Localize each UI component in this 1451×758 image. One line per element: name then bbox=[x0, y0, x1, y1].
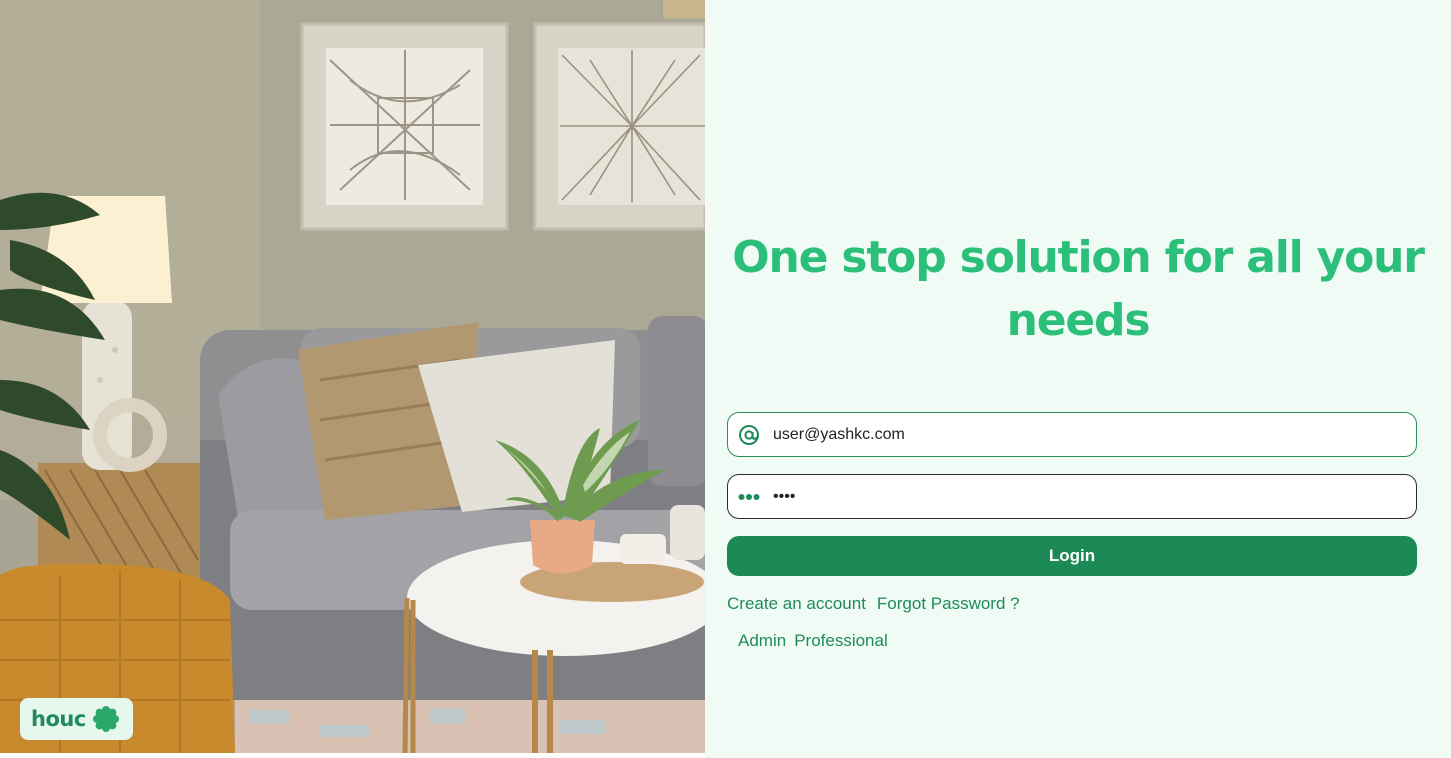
password-field[interactable] bbox=[727, 474, 1417, 519]
professional-link[interactable]: Professional bbox=[794, 631, 888, 651]
email-field[interactable] bbox=[727, 412, 1417, 457]
brand-badge[interactable]: houc bbox=[20, 698, 133, 740]
leaf-badge-icon bbox=[92, 706, 119, 732]
login-panel: One stop solution for all your needs Log… bbox=[705, 0, 1451, 758]
forgot-password-link[interactable]: Forgot Password ? bbox=[877, 594, 1020, 614]
password-input[interactable] bbox=[773, 487, 1373, 506]
account-links: Create an account Forgot Password ? bbox=[727, 594, 1020, 614]
login-button[interactable]: Login bbox=[727, 536, 1417, 576]
password-dots-icon bbox=[738, 486, 760, 508]
brand-name: houc bbox=[31, 707, 86, 731]
at-sign-icon bbox=[738, 424, 760, 446]
headline: One stop solution for all your needs bbox=[732, 232, 1425, 346]
role-links: Admin Professional bbox=[738, 631, 888, 651]
create-account-link[interactable]: Create an account bbox=[727, 594, 866, 614]
email-input[interactable] bbox=[773, 425, 1373, 444]
hero-image: houc bbox=[0, 0, 705, 753]
admin-link[interactable]: Admin bbox=[738, 631, 786, 651]
